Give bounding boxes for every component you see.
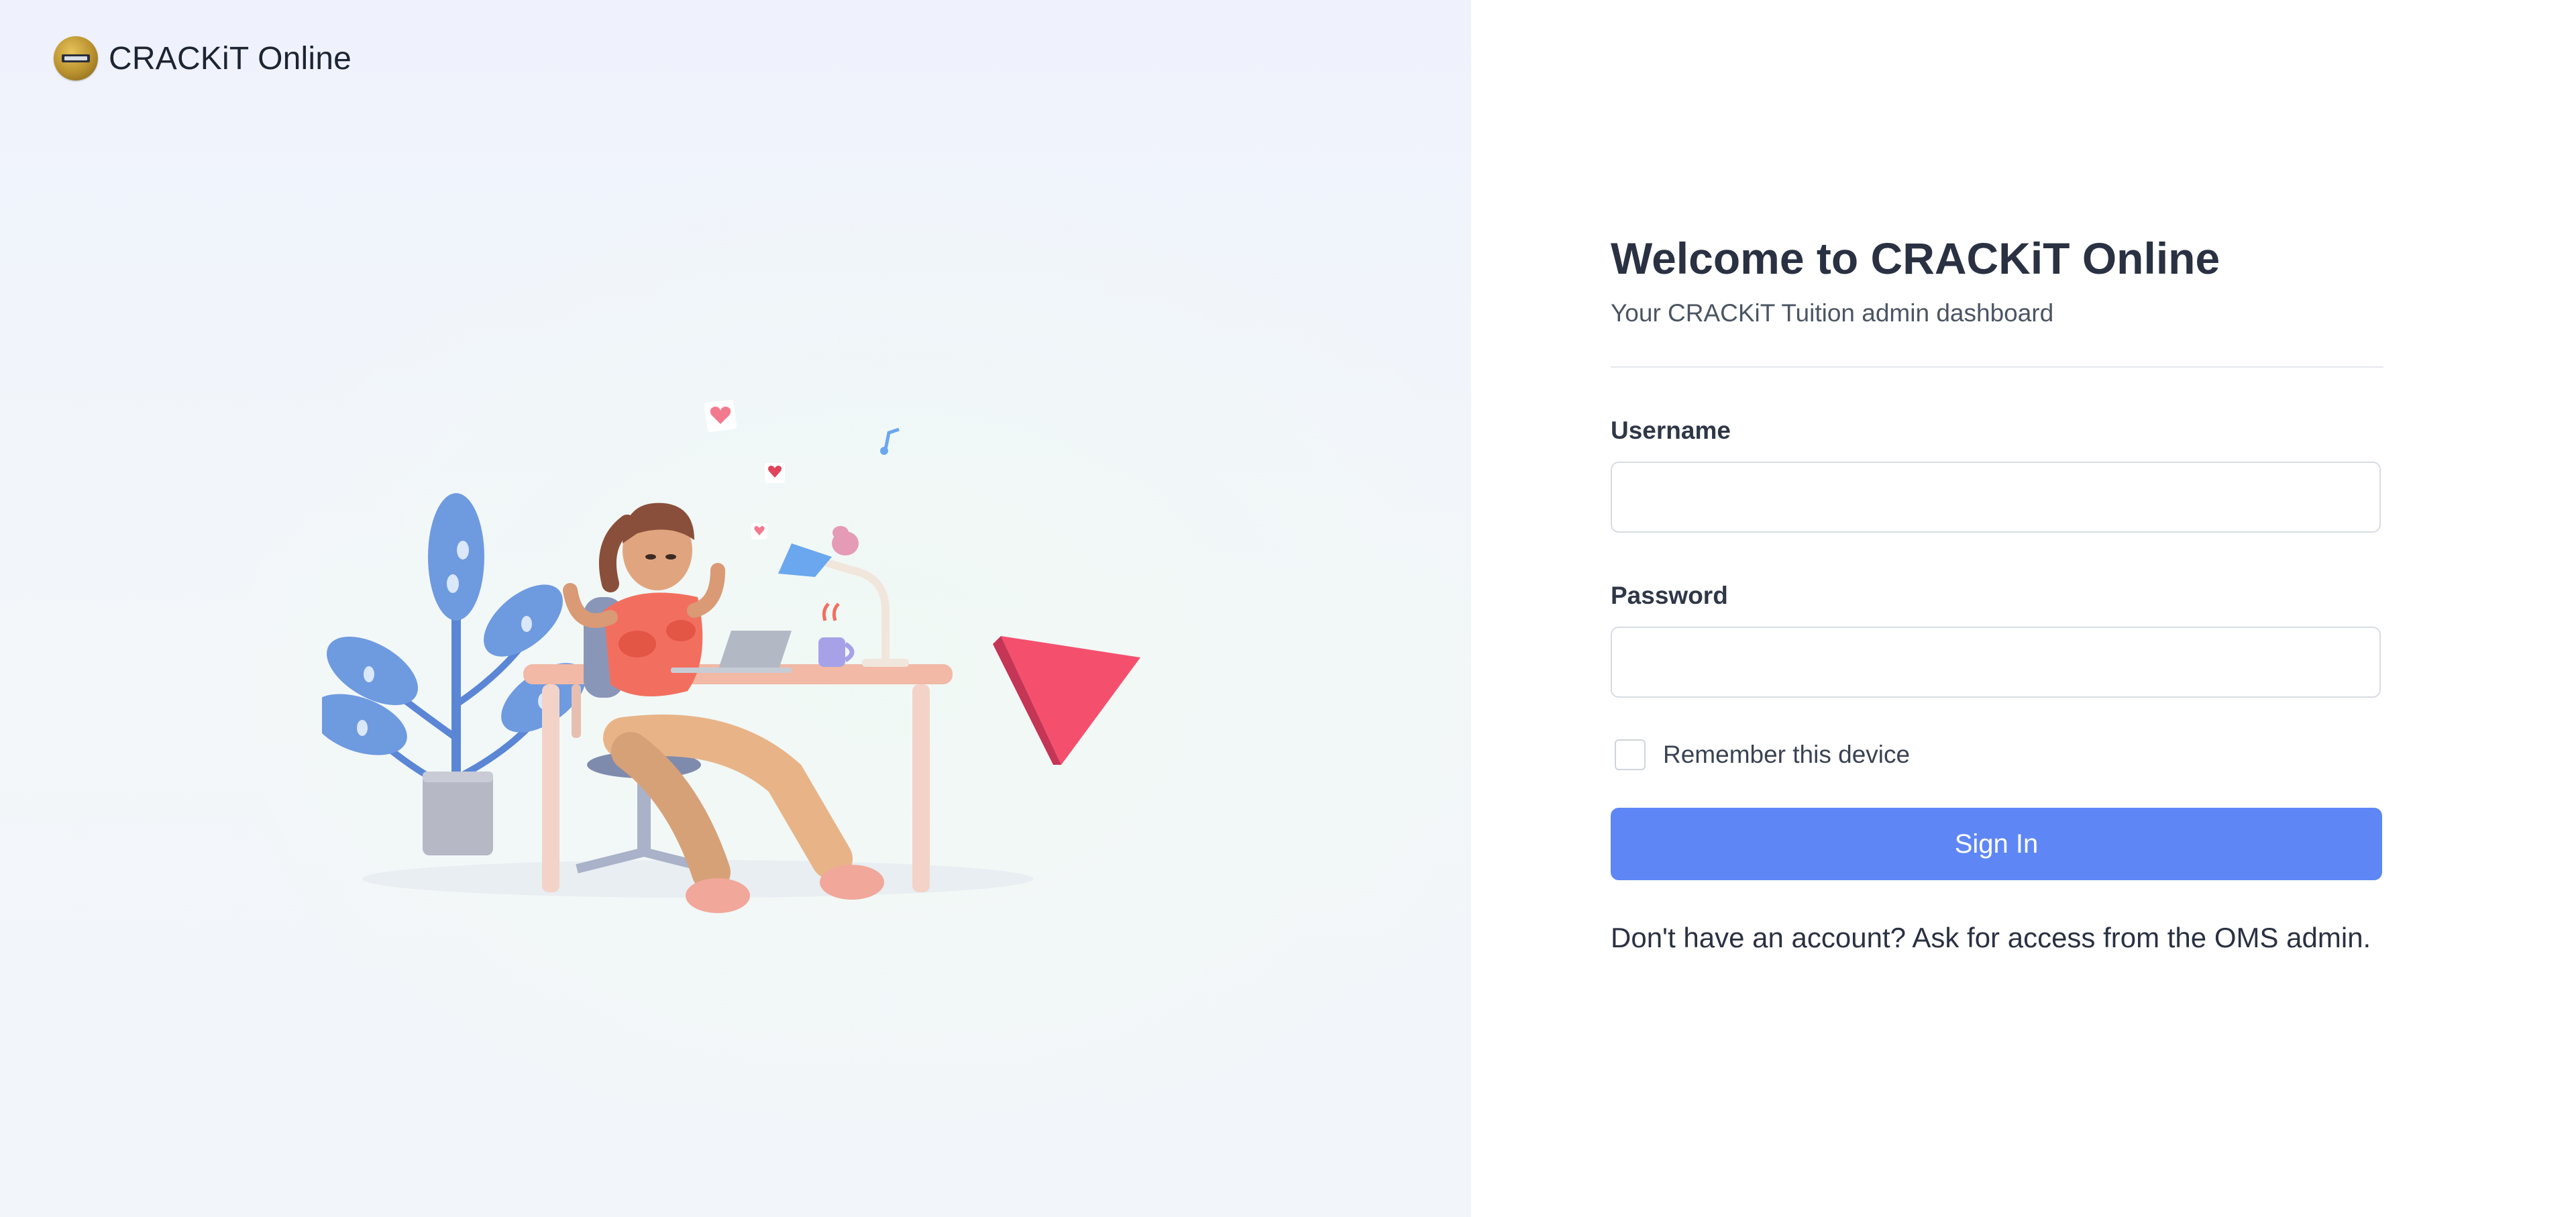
remember-device-row[interactable]: Remember this device bbox=[1611, 739, 2383, 770]
crackit-logo-icon bbox=[54, 36, 98, 81]
workspace-illustration bbox=[322, 399, 1140, 913]
page-title: Welcome to CRACKiT Online bbox=[1611, 233, 2220, 283]
triangle-shape bbox=[993, 636, 1140, 765]
illustration-panel: CRACKiT Online bbox=[0, 0, 1471, 1217]
sign-in-button[interactable]: Sign In bbox=[1611, 808, 2382, 880]
login-page: CRACKiT Online Welcome to CRACKiT Online… bbox=[0, 0, 2576, 1217]
password-input[interactable] bbox=[1611, 627, 2381, 698]
brand-name: CRACKiT Online bbox=[109, 40, 352, 76]
desk bbox=[523, 664, 953, 892]
username-input[interactable] bbox=[1611, 462, 2381, 533]
brand[interactable]: CRACKiT Online bbox=[54, 36, 352, 81]
remember-device-label[interactable]: Remember this device bbox=[1663, 741, 1910, 769]
mug-icon bbox=[818, 602, 855, 667]
password-label: Password bbox=[1611, 582, 1728, 609]
bird-icon bbox=[832, 526, 859, 555]
username-label: Username bbox=[1611, 417, 1731, 444]
divider bbox=[1611, 366, 2383, 368]
remember-device-checkbox[interactable] bbox=[1615, 739, 1646, 770]
access-info-text: Don't have an account? Ask for access fr… bbox=[1611, 922, 2371, 953]
floating-hearts bbox=[704, 399, 900, 539]
login-form: Welcome to CRACKiT Online Your CRACKiT T… bbox=[1611, 228, 2383, 957]
page-subtitle: Your CRACKiT Tuition admin dashboard bbox=[1611, 299, 2054, 327]
login-panel: Welcome to CRACKiT Online Your CRACKiT T… bbox=[1471, 0, 2576, 1217]
